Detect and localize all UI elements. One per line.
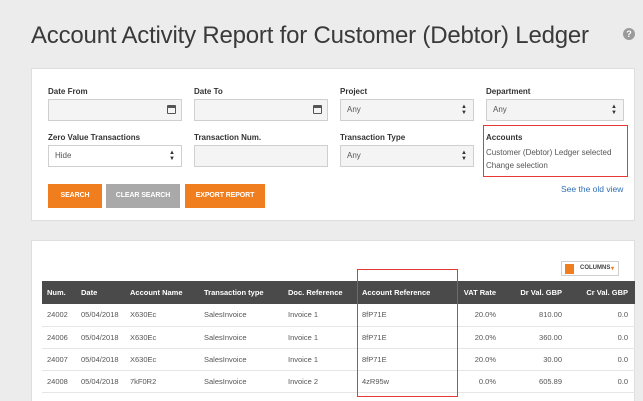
transaction-num-label: Transaction Num. <box>194 133 262 142</box>
help-icon[interactable]: ? <box>623 28 635 40</box>
table-cell: 7kF0R2 <box>125 370 199 393</box>
table-cell: 30.00 <box>503 348 569 371</box>
table-cell: 24006 <box>42 326 76 349</box>
column-header[interactable]: Num. <box>42 281 76 304</box>
table-cell: SalesInvoice <box>199 370 283 393</box>
select-arrows-icon: ▲ ▼ <box>461 150 467 162</box>
page-title: Account Activity Report for Customer (De… <box>31 22 589 49</box>
column-header[interactable]: Date <box>76 281 125 304</box>
table-cell: 0.0 <box>569 304 635 327</box>
table-cell: Invoice 1 <box>283 348 357 371</box>
date-to-field[interactable] <box>194 99 328 121</box>
accounts-label: Accounts <box>486 133 523 142</box>
table-cell: X630Ec <box>125 304 199 327</box>
table-cell: 810.00 <box>503 304 569 327</box>
accounts-selected-text: Customer (Debtor) Ledger selected <box>486 148 612 157</box>
table-row[interactable]: 24006 05/04/2018 X630Ec SalesInvoice Inv… <box>42 326 635 349</box>
table-cell: 0.0 <box>569 348 635 371</box>
project-select[interactable]: Any ▲ ▼ <box>340 99 474 121</box>
table-cell: SalesInvoice <box>199 348 283 371</box>
table-panel: COLUMNS ▾ Num. Date Account Name Transac… <box>31 240 635 401</box>
table-cell: 24007 <box>42 348 76 371</box>
calendar-icon[interactable] <box>313 105 322 114</box>
table-cell: SalesInvoice <box>199 326 283 349</box>
table-cell: 0.0 <box>569 326 635 349</box>
table-row[interactable]: 24002 05/04/2018 X630Ec SalesInvoice Inv… <box>42 304 635 327</box>
column-header[interactable]: Account Name <box>125 281 199 304</box>
table-cell: 360.00 <box>503 326 569 349</box>
date-from-label: Date From <box>48 87 88 96</box>
transaction-type-select[interactable]: Any ▲ ▼ <box>340 145 474 167</box>
table-cell: SalesInvoice <box>199 304 283 327</box>
select-arrows-icon: ▲ ▼ <box>169 150 175 162</box>
table-cell: 0.0% <box>453 370 503 393</box>
table-cell: 605.89 <box>503 370 569 393</box>
activity-table: Num. Date Account Name Transaction type … <box>42 281 635 393</box>
table-cell: 20.0% <box>453 326 503 349</box>
table-cell: 24008 <box>42 370 76 393</box>
department-select[interactable]: Any ▲ ▼ <box>486 99 624 121</box>
table-row[interactable]: 24007 05/04/2018 X630Ec SalesInvoice Inv… <box>42 348 635 371</box>
table-cell: 20.0% <box>453 304 503 327</box>
select-arrows-icon: ▲ ▼ <box>611 104 617 116</box>
column-header[interactable]: Doc. Reference <box>283 281 357 304</box>
column-header[interactable]: VAT Rate <box>453 281 503 304</box>
column-header[interactable]: Cr Val. GBP <box>569 281 635 304</box>
table-cell: Invoice 2 <box>283 370 357 393</box>
table-cell: X630Ec <box>125 348 199 371</box>
column-header[interactable]: Dr Val. GBP <box>503 281 569 304</box>
chevron-down-icon: ▾ <box>610 266 614 272</box>
table-cell: 05/04/2018 <box>76 326 125 349</box>
columns-icon <box>565 264 574 274</box>
table-cell: 05/04/2018 <box>76 304 125 327</box>
zero-value-label: Zero Value Transactions <box>48 133 141 142</box>
columns-button[interactable]: COLUMNS ▾ <box>561 261 619 276</box>
zero-value-select[interactable]: Hide ▲ ▼ <box>48 145 182 167</box>
clear-search-button[interactable]: CLEAR SEARCH <box>106 184 180 208</box>
columns-label: COLUMNS <box>580 265 611 271</box>
department-label: Department <box>486 87 531 96</box>
table-cell: X630Ec <box>125 326 199 349</box>
calendar-icon[interactable] <box>167 105 176 114</box>
search-button[interactable]: SEARCH <box>48 184 102 208</box>
change-selection-link[interactable]: Change selection <box>486 161 548 170</box>
date-from-field[interactable] <box>48 99 182 121</box>
department-value: Any <box>493 105 507 114</box>
table-cell: 0.0 <box>569 370 635 393</box>
table-cell: Invoice 1 <box>283 326 357 349</box>
column-header[interactable]: Transaction type <box>199 281 283 304</box>
old-view-link[interactable]: See the old view <box>561 184 623 194</box>
table-cell: 20.0% <box>453 348 503 371</box>
table-cell: Invoice 1 <box>283 304 357 327</box>
date-to-label: Date To <box>194 87 223 96</box>
account-reference-highlight-box <box>357 269 458 397</box>
zero-value-value: Hide <box>55 151 72 160</box>
transaction-type-label: Transaction Type <box>340 133 406 142</box>
filter-panel: Date From Date To Project Any ▲ ▼ Departm… <box>31 68 635 221</box>
project-value: Any <box>347 105 361 114</box>
table-cell: 05/04/2018 <box>76 370 125 393</box>
table-cell: 05/04/2018 <box>76 348 125 371</box>
transaction-num-input[interactable] <box>194 145 328 167</box>
table-header-row: Num. Date Account Name Transaction type … <box>42 281 635 304</box>
select-arrows-icon: ▲ ▼ <box>461 104 467 116</box>
project-label: Project <box>340 87 368 96</box>
table-row[interactable]: 24008 05/04/2018 7kF0R2 SalesInvoice Inv… <box>42 370 635 393</box>
transaction-type-value: Any <box>347 151 361 160</box>
table-cell: 24002 <box>42 304 76 327</box>
export-report-button[interactable]: EXPORT REPORT <box>185 184 265 208</box>
